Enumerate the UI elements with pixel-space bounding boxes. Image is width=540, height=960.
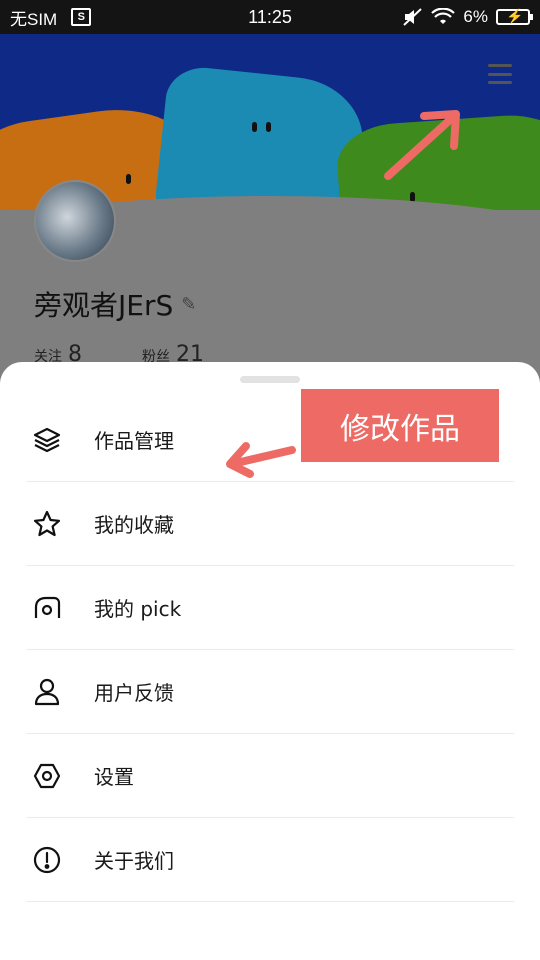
username: 旁观者JErS ✎ bbox=[34, 289, 197, 322]
edit-icon[interactable]: ✎ bbox=[181, 294, 196, 315]
menu-item-pick[interactable]: 我的 pick bbox=[26, 566, 514, 650]
annotation-arrow-icon bbox=[226, 442, 296, 478]
menu-item-label: 用户反馈 bbox=[94, 681, 174, 705]
menu-icon[interactable] bbox=[488, 64, 512, 84]
status-bar: 无SIM S 11:25 6% ⚡ bbox=[0, 0, 540, 34]
status-time: 11:25 bbox=[248, 6, 292, 27]
menu-item-label: 关于我们 bbox=[94, 849, 174, 873]
battery-icon: ⚡ bbox=[496, 8, 533, 25]
menu-item-label: 作品管理 bbox=[94, 429, 174, 453]
menu-item-feedback[interactable]: 用户反馈 bbox=[26, 650, 514, 734]
menu-item-settings[interactable]: 设置 bbox=[26, 734, 514, 818]
sheet-handle[interactable] bbox=[240, 376, 300, 383]
info-icon bbox=[30, 843, 64, 877]
annotation-arrow-icon bbox=[384, 110, 460, 180]
menu-item-label: 我的收藏 bbox=[94, 513, 174, 537]
mute-icon bbox=[403, 8, 423, 26]
menu-item-label: 我的 pick bbox=[94, 597, 182, 621]
wifi-icon bbox=[431, 8, 456, 24]
carrier-label: 无SIM bbox=[10, 9, 58, 29]
avatar[interactable] bbox=[34, 180, 116, 262]
user-icon bbox=[30, 675, 64, 709]
menu-item-about[interactable]: 关于我们 bbox=[26, 818, 514, 902]
settings-icon bbox=[30, 759, 64, 793]
battery-percent: 6% bbox=[463, 7, 488, 26]
annotation-callout: 修改作品 bbox=[301, 389, 499, 462]
sim-icon: S bbox=[71, 8, 92, 26]
layers-icon bbox=[30, 423, 64, 457]
menu-item-label: 设置 bbox=[94, 765, 134, 789]
menu-item-favorites[interactable]: 我的收藏 bbox=[26, 482, 514, 566]
star-icon bbox=[30, 507, 64, 541]
pick-icon bbox=[30, 591, 64, 625]
